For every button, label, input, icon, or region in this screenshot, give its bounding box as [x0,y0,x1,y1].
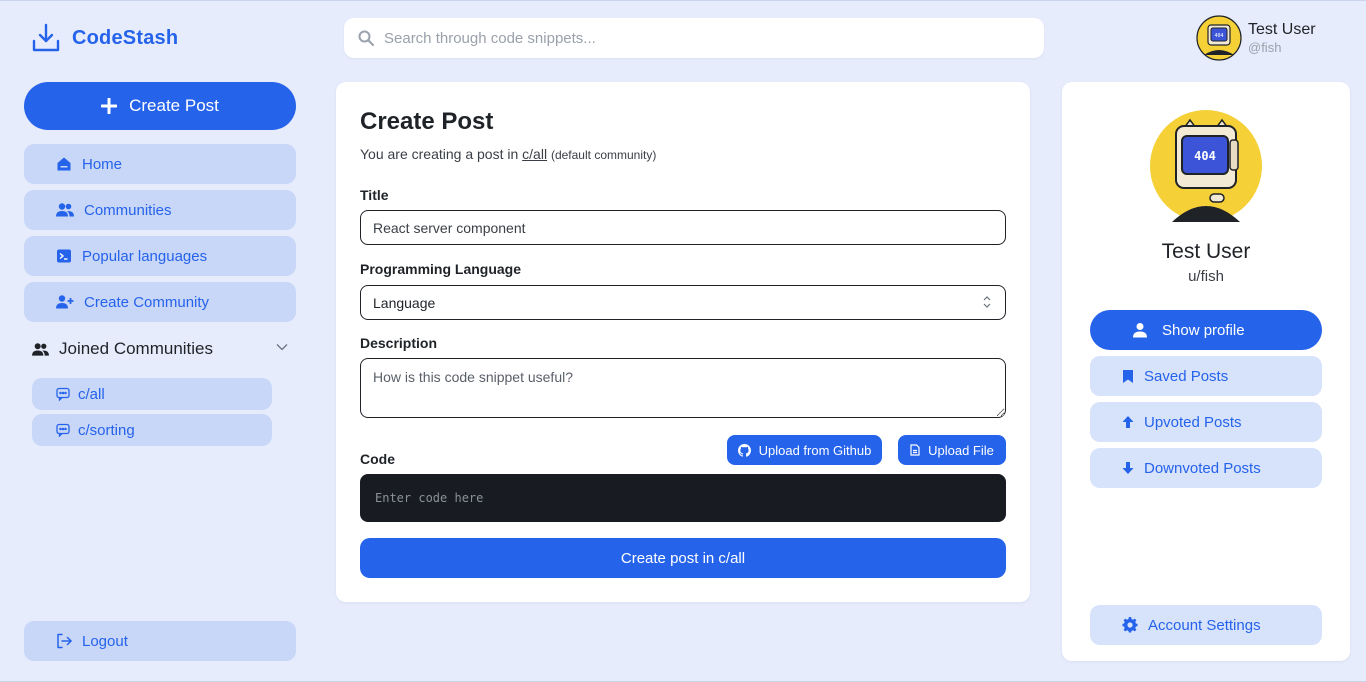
arrow-up-icon [1122,415,1134,429]
title-label: Title [360,187,389,203]
community-link[interactable]: c/all [522,146,547,162]
upvoted-posts-button[interactable]: Upvoted Posts [1090,402,1322,442]
user-icon [1132,322,1148,338]
language-select[interactable]: Language [360,285,1006,320]
code-placeholder: Enter code here [375,491,484,505]
saved-posts-label: Saved Posts [1144,367,1229,385]
description-field[interactable] [360,358,1006,418]
submit-post-button[interactable]: Create post in c/all [360,538,1006,578]
profile-card: 404 Test User u/fish Show profile Saved … [1062,82,1350,661]
create-post-card: Create Post You are creating a post in c… [336,82,1030,602]
terminal-icon [56,248,72,264]
upload-github-label: Upload from Github [758,442,872,458]
app-logo[interactable]: CodeStash [32,23,178,53]
user-plus-icon [56,294,74,310]
sidebar-item-label: Popular languages [82,247,208,265]
avatar-screen-text: 404 [1194,149,1216,163]
default-community-note: (default community) [550,148,657,162]
post-location-note: You are creating a post in c/all (defaul… [360,146,656,162]
upload-file-label: Upload File [928,442,994,458]
create-post-button[interactable]: Create Post [24,82,296,130]
code-editor[interactable]: Enter code here [360,474,1006,522]
title-field[interactable] [360,210,1006,245]
chat-icon [56,423,70,437]
file-icon [910,444,920,456]
upload-github-button[interactable]: Upload from Github [727,435,882,465]
sidebar-item-home[interactable]: Home [24,144,296,184]
chevron-up-down-icon [983,296,991,308]
logout-label: Logout [82,632,128,650]
page-title: Create Post [360,108,494,135]
downvoted-posts-label: Downvoted Posts [1144,459,1261,477]
sidebar-item-label: Communities [84,201,172,219]
svg-text:404: 404 [1214,33,1223,39]
community-label: c/all [78,385,105,403]
upload-file-button[interactable]: Upload File [898,435,1006,465]
sidebar-item-label: Create Community [84,293,210,311]
arrow-down-icon [1122,461,1134,475]
user-handle: @fish [1248,39,1282,55]
community-item-sorting[interactable]: c/sorting [32,414,272,446]
download-tray-icon [32,23,60,53]
sidebar-item-communities[interactable]: Communities [24,190,296,230]
language-selected-value: Language [373,294,436,311]
app-name: CodeStash [72,26,179,49]
subtitle-prefix: You are creating a post in [360,146,523,162]
sidebar-item-label: Home [82,155,123,173]
users-icon [32,342,49,357]
avatar: 404 [1196,15,1242,61]
logout-icon [56,633,72,649]
home-icon [56,156,72,172]
gear-icon [1122,617,1138,633]
joined-communities-title: Joined Communities [59,339,214,358]
users-icon [56,202,74,218]
profile-handle: u/fish [1188,268,1224,285]
upvoted-posts-label: Upvoted Posts [1144,413,1242,431]
description-label: Description [360,335,438,351]
avatar: 404 [1150,110,1262,222]
show-profile-label: Show profile [1162,321,1245,339]
create-post-label: Create Post [129,96,219,115]
user-menu[interactable]: 404 Test User @fish [1196,15,1316,61]
sidebar-item-popular-languages[interactable]: Popular languages [24,236,296,276]
code-label: Code [360,451,395,467]
joined-communities-toggle[interactable]: Joined Communities [32,337,288,361]
chevron-down-icon [276,343,288,351]
account-settings-label: Account Settings [1148,616,1261,634]
search-bar[interactable] [344,18,1044,58]
search-input[interactable] [384,29,1024,47]
bookmark-icon [1122,369,1134,384]
logout-button[interactable]: Logout [24,621,296,661]
community-label: c/sorting [78,421,135,439]
chat-icon [56,387,70,401]
community-item-all[interactable]: c/all [32,378,272,410]
sidebar-item-create-community[interactable]: Create Community [24,282,296,322]
show-profile-button[interactable]: Show profile [1090,310,1322,350]
saved-posts-button[interactable]: Saved Posts [1090,356,1322,396]
account-settings-button[interactable]: Account Settings [1090,605,1322,645]
profile-name: Test User [1161,240,1251,263]
plus-icon [101,98,118,114]
search-icon [358,30,374,46]
downvoted-posts-button[interactable]: Downvoted Posts [1090,448,1322,488]
github-icon [737,443,751,457]
user-name: Test User [1248,20,1316,38]
language-label: Programming Language [360,261,522,277]
